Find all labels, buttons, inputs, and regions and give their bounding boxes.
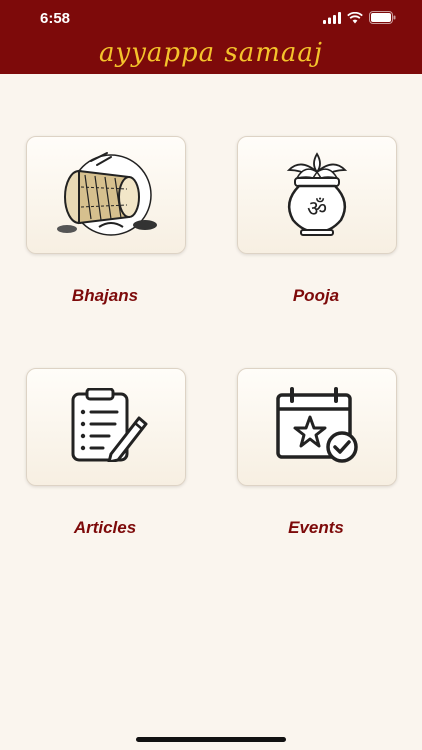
svg-text:ॐ: ॐ bbox=[307, 197, 327, 222]
status-time: 6:58 bbox=[40, 10, 71, 27]
kalash-om-icon: ॐ bbox=[277, 150, 357, 241]
clipboard-pen-icon bbox=[61, 387, 151, 467]
pooja-label[interactable]: Pooja bbox=[237, 286, 395, 306]
app-header: 6:58 ayyappa samaaj bbox=[0, 0, 422, 74]
pooja-tile[interactable]: ॐ bbox=[237, 136, 397, 254]
app-title: ayyappa samaaj bbox=[99, 38, 323, 68]
articles-label[interactable]: Articles bbox=[26, 518, 184, 538]
battery-icon bbox=[369, 11, 396, 29]
home-indicator[interactable] bbox=[136, 737, 286, 742]
bhajans-label[interactable]: Bhajans bbox=[26, 286, 184, 306]
events-tile[interactable] bbox=[237, 368, 397, 486]
signal-icon bbox=[323, 11, 341, 29]
bhajans-tile[interactable] bbox=[26, 136, 186, 254]
calendar-star-icon bbox=[272, 386, 362, 468]
events-label[interactable]: Events bbox=[237, 518, 395, 538]
wifi-icon bbox=[347, 11, 363, 29]
articles-tile[interactable] bbox=[26, 368, 186, 486]
drum-icon bbox=[51, 147, 161, 244]
status-icons bbox=[323, 11, 396, 29]
